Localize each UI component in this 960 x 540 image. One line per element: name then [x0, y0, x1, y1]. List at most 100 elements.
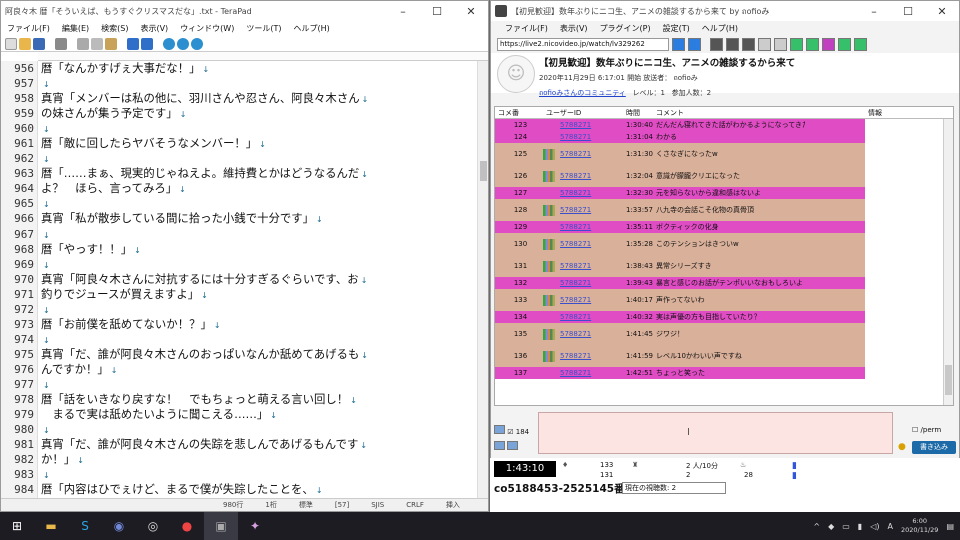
ime-indicator[interactable]: A	[887, 522, 892, 531]
comment-user-id[interactable]: 5788271	[557, 313, 623, 321]
comment-row[interactable]: 130 5788271 1:35:28 このテンションはきついw	[495, 233, 865, 255]
chrome-icon[interactable]: ●	[170, 512, 204, 540]
tool-icon[interactable]	[838, 38, 851, 51]
redo-icon[interactable]	[141, 37, 153, 50]
disconnect-icon[interactable]	[688, 38, 701, 51]
obs-icon[interactable]: ◎	[136, 512, 170, 540]
comment-row[interactable]: 132 5788271 1:39:43 暴言と感じのお話がテンポいいなおもしろいよ	[495, 277, 865, 289]
checkbox-perm[interactable]: ☐	[912, 426, 918, 434]
col-user-id[interactable]: ユーザーID	[543, 108, 623, 118]
windows-start-icon[interactable]: ⊞	[0, 512, 34, 540]
comment-row[interactable]: 137 5788271 1:42:51 ちょっと笑った	[495, 367, 865, 379]
clock[interactable]: 6:00 2020/11/29	[901, 517, 938, 535]
comment-row[interactable]: 136 5788271 1:41:59 レベル10かわいい声ですね	[495, 345, 865, 367]
discord-icon[interactable]: ◉	[102, 512, 136, 540]
connect-icon[interactable]	[672, 38, 685, 51]
maximize-button[interactable]: ☐	[891, 5, 925, 18]
nico-titlebar[interactable]: 【初見歓迎】数年ぶりにニコ生、アニメの雑談するから来て by ถofioみ – …	[491, 1, 959, 21]
open-folder-icon[interactable]	[19, 37, 31, 50]
tray-app-icon[interactable]: ◆	[828, 522, 834, 531]
skype-icon[interactable]: S	[68, 512, 102, 540]
tool-icon[interactable]	[726, 38, 739, 51]
menu-help[interactable]: ヘルプ(H)	[293, 23, 329, 34]
comment-input[interactable]: I	[538, 412, 893, 454]
col-time[interactable]: 時間	[623, 108, 653, 118]
explorer-icon[interactable]: ▬	[34, 512, 68, 540]
comment-user-id[interactable]: 5788271	[557, 223, 623, 231]
comment-row[interactable]: 133 5788271 1:40:17 声作ってないわ	[495, 289, 865, 311]
menu-file[interactable]: ファイル(F)	[7, 23, 50, 34]
paste-icon[interactable]	[105, 37, 117, 50]
maximize-button[interactable]: ☐	[420, 5, 454, 18]
cut-icon[interactable]	[77, 37, 89, 50]
editor-scrollbar[interactable]	[477, 61, 488, 498]
color-icon[interactable]	[494, 425, 505, 434]
col-comment[interactable]: コメント	[653, 108, 865, 118]
close-button[interactable]: ✕	[454, 5, 488, 18]
menu-plugin[interactable]: プラグイン(P)	[600, 23, 651, 34]
comment-row[interactable]: 129 5788271 1:35:11 ボクティックの化身	[495, 221, 865, 233]
text-area[interactable]: 暦「なんかすげぇ大事だな！」 ↓ ↓ 真宵「メンバーは私の他に、羽川さんや忍さん、阿良…	[38, 61, 477, 498]
tool-icon[interactable]	[774, 38, 787, 51]
search-icon[interactable]	[163, 37, 175, 50]
menu-edit[interactable]: 編集(E)	[62, 23, 89, 34]
copy-icon[interactable]	[91, 37, 103, 50]
tool-icon[interactable]	[854, 38, 867, 51]
network-icon[interactable]: ▭	[842, 522, 850, 531]
comment-user-id[interactable]: 5788271	[557, 133, 623, 141]
comment-row[interactable]: 134 5788271 1:40:32 実は声優の方も目指していたり？	[495, 311, 865, 323]
volume-icon[interactable]: ◁)	[870, 522, 879, 531]
comment-user-id[interactable]: 5788271	[557, 172, 623, 180]
comment-user-id[interactable]: 5788271	[557, 279, 623, 287]
comment-user-id[interactable]: 5788271	[557, 206, 623, 214]
comment-user-id[interactable]: 5788271	[557, 352, 623, 360]
tool-icon[interactable]	[742, 38, 755, 51]
send-button[interactable]: 書き込み	[912, 441, 956, 454]
undo-icon[interactable]	[127, 37, 139, 50]
tool-icon[interactable]	[790, 38, 803, 51]
editor-titlebar[interactable]: 阿良々木 暦「そういえば、もうすぐクリスマスだな」.txt - TeraPad …	[1, 1, 488, 21]
menu-window[interactable]: ウィンドウ(W)	[180, 23, 234, 34]
menu-help[interactable]: ヘルプ(H)	[702, 23, 738, 34]
tool-icon[interactable]	[806, 38, 819, 51]
close-button[interactable]: ✕	[925, 5, 959, 18]
minimize-button[interactable]: –	[386, 5, 420, 18]
comment-row[interactable]: 126 5788271 1:32:04 意識が朦朧クリエになった	[495, 165, 865, 187]
comment-user-id[interactable]: 5788271	[557, 121, 623, 129]
print-icon[interactable]	[55, 37, 67, 50]
terapad-icon[interactable]: ▣	[204, 512, 238, 540]
menu-settings[interactable]: 設定(T)	[663, 23, 690, 34]
comment-user-id[interactable]: 5788271	[557, 189, 623, 197]
comment-row[interactable]: 135 5788271 1:41:45 ジワジ！	[495, 323, 865, 345]
search-next-icon[interactable]	[177, 37, 189, 50]
notification-icon[interactable]: ▤	[946, 522, 954, 531]
checkbox-184[interactable]: ☑	[507, 428, 513, 436]
battery-icon[interactable]: ▮	[858, 522, 862, 531]
viewer-dropdown[interactable]: 現在の視聴数: 2	[622, 482, 726, 494]
comment-row[interactable]: 128 5788271 1:33:57 八九寺の会話こそ化物の真骨頂	[495, 199, 865, 221]
menu-file[interactable]: ファイル(F)	[505, 23, 548, 34]
tool-icon[interactable]	[822, 38, 835, 51]
tool-icon[interactable]	[710, 38, 723, 51]
tool-icon[interactable]	[758, 38, 771, 51]
menu-view[interactable]: 表示(V)	[140, 23, 168, 34]
replace-icon[interactable]	[191, 37, 203, 50]
comment-user-id[interactable]: 5788271	[557, 262, 623, 270]
comment-row[interactable]: 123 5788271 1:30:40 だんだん寝れてきた話がわかるようになってきた	[495, 119, 865, 131]
new-file-icon[interactable]	[5, 37, 17, 50]
comment-row[interactable]: 131 5788271 1:38:43 異常シリーズすき	[495, 255, 865, 277]
tray-chevron-icon[interactable]: ^	[813, 522, 820, 531]
menu-search[interactable]: 検索(S)	[101, 23, 128, 34]
comment-list[interactable]: コメ番 ユーザーID 時間 コメント 情報 123 5788271 1:30:40 だ…	[494, 106, 954, 406]
save-icon[interactable]	[33, 37, 45, 50]
comment-user-id[interactable]: 5788271	[557, 330, 623, 338]
col-info[interactable]: 情報	[865, 108, 905, 118]
menu-tools[interactable]: ツール(T)	[246, 23, 281, 34]
comment-user-id[interactable]: 5788271	[557, 369, 623, 377]
comment-row[interactable]: 127 5788271 1:32:30 元を知らないから違和感はないよ	[495, 187, 865, 199]
comment-user-id[interactable]: 5788271	[557, 150, 623, 158]
list-icon[interactable]	[494, 441, 505, 450]
minimize-button[interactable]: –	[857, 5, 891, 18]
community-link[interactable]: ถofioみさんのコミュニティ	[539, 89, 626, 97]
comment-row[interactable]: 124 5788271 1:31:04 わかる	[495, 131, 865, 143]
